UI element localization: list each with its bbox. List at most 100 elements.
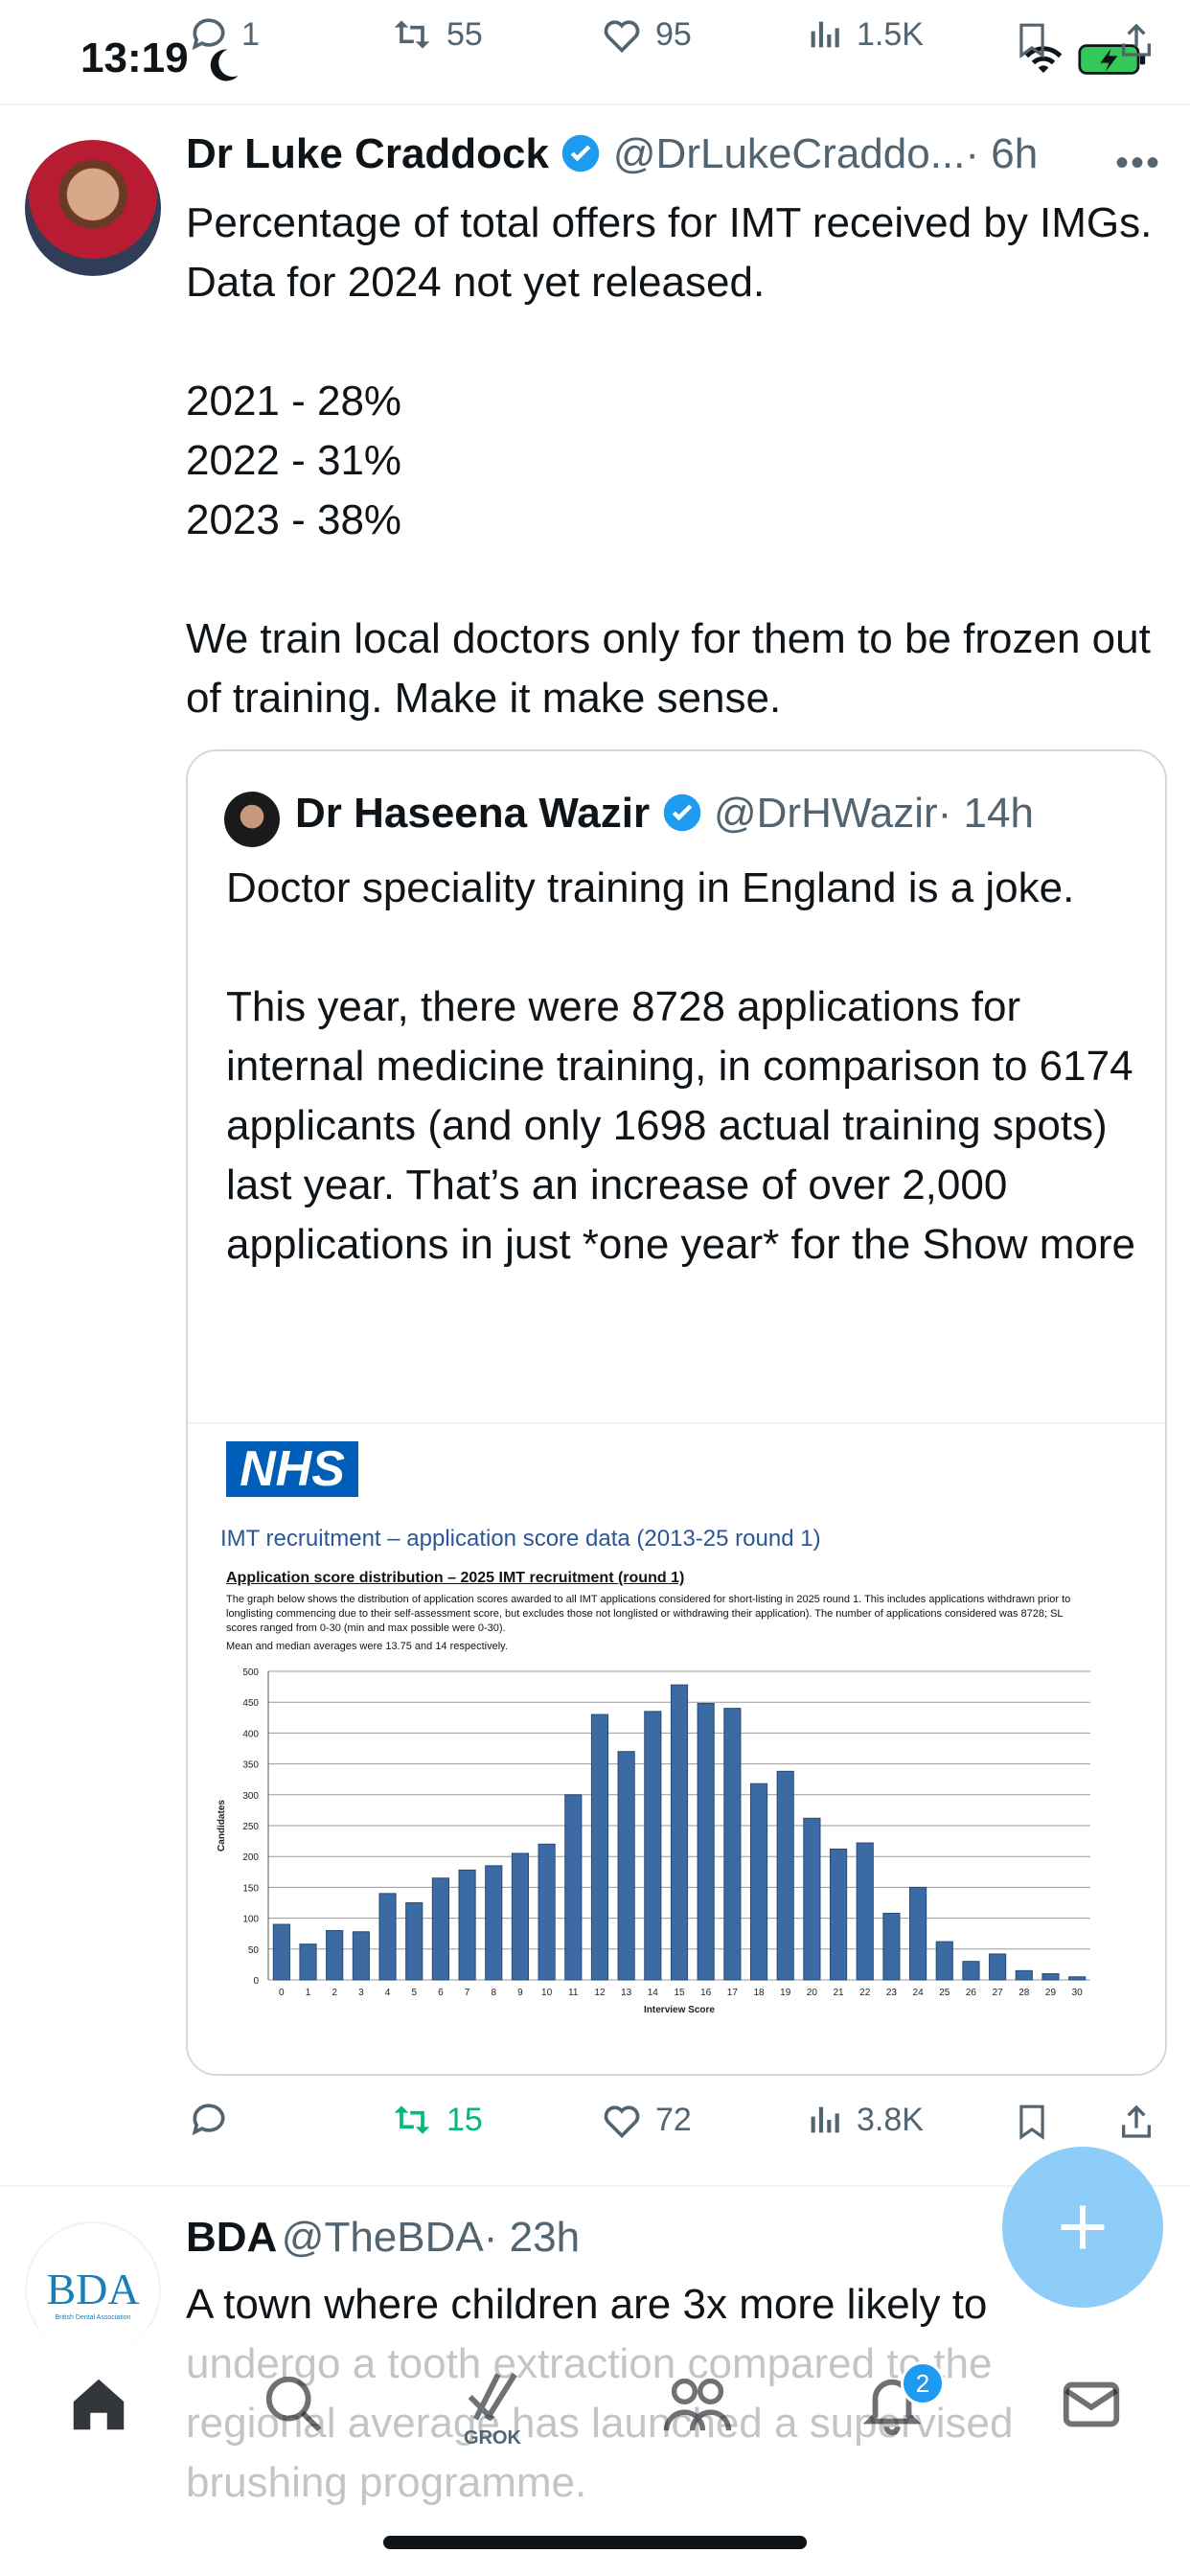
quote-text-body: Doctor speciality training in England is… <box>226 864 1133 1268</box>
home-icon[interactable] <box>65 2371 132 2438</box>
share-icon[interactable] <box>1117 2101 1156 2143</box>
grok-tab[interactable]: GROK <box>454 2363 531 2450</box>
notifications-badge: 2 <box>901 2361 945 2405</box>
reply-icon <box>192 2104 225 2136</box>
x-tick-label: 30 <box>1072 1988 1084 1998</box>
nhs-logo: NHS <box>226 1441 358 1497</box>
bar-19 <box>776 1770 794 1981</box>
x-tick-label: 3 <box>358 1988 364 1998</box>
bookmark-icon[interactable] <box>1014 19 1050 61</box>
y-tick-label: 0 <box>253 1976 259 1987</box>
retweet-button[interactable]: 55 <box>389 13 483 56</box>
bda-avatar-subtext: British Dental Association <box>55 2314 131 2321</box>
retweet-count: 15 <box>446 2101 483 2138</box>
bar-20 <box>803 1817 821 1981</box>
quote-time: · 14h <box>937 790 1034 837</box>
reply-button[interactable] <box>188 2099 230 2141</box>
retweet-button[interactable]: 15 <box>389 2099 483 2141</box>
views-button[interactable]: 3.8K <box>807 2099 924 2141</box>
x-tick-label: 19 <box>780 1988 791 1998</box>
quoted-tweet[interactable]: Dr Haseena Wazir @DrHWazir· 14h Doctor s… <box>186 749 1167 2076</box>
x-tick-label: 9 <box>517 1988 523 1998</box>
x-tick-label: 23 <box>886 1988 898 1998</box>
y-tick-label: 400 <box>242 1729 259 1739</box>
x-tick-label: 6 <box>438 1988 444 1998</box>
author-avatar[interactable] <box>25 140 161 276</box>
more-options-icon[interactable]: ••• <box>1115 142 1161 185</box>
communities-icon[interactable] <box>661 2371 734 2438</box>
views-icon <box>811 21 839 48</box>
like-count: 95 <box>655 15 692 53</box>
x-tick-label: 5 <box>411 1988 417 1998</box>
bar-11 <box>564 1794 583 1981</box>
y-tick-label: 250 <box>242 1822 259 1832</box>
tweet-header: Dr Luke Craddock @DrLukeCraddo...· 6h <box>186 130 1038 178</box>
bda-avatar-text: BDA <box>46 2265 140 2313</box>
bar-1 <box>299 1944 317 1981</box>
quote-author-name: Dr Haseena Wazir <box>295 790 651 837</box>
bar-24 <box>909 1886 927 1981</box>
bar-7 <box>458 1869 476 1981</box>
like-button[interactable]: 72 <box>600 2099 692 2141</box>
x-axis-label: Interview Score <box>644 2005 715 2015</box>
notifications-tab[interactable]: 2 <box>858 2361 945 2438</box>
share-icon[interactable] <box>1117 19 1156 61</box>
x-tick-label: 1 <box>306 1988 311 1998</box>
x-tick-label: 27 <box>993 1988 1004 1998</box>
bar-27 <box>989 1953 1007 1981</box>
views-button[interactable]: 1.5K <box>807 13 924 56</box>
next-author-name[interactable]: BDA <box>186 2214 277 2261</box>
bar-12 <box>590 1714 609 1981</box>
next-author-handle[interactable]: @TheBDA <box>282 2214 484 2261</box>
bookmark-icon[interactable] <box>1014 2101 1050 2143</box>
x-tick-label: 21 <box>834 1988 845 1998</box>
bar-22 <box>856 1842 874 1981</box>
verified-badge-icon <box>562 134 600 172</box>
compose-button[interactable] <box>1002 2147 1163 2308</box>
quote-author-avatar <box>224 792 280 847</box>
score-distribution-chart: 0501001502002503003504004505000 1 2 3 4 5 6 7 8 9… <box>217 1668 1090 2015</box>
messages-icon[interactable] <box>1058 2371 1125 2438</box>
bar-6 <box>431 1877 449 1981</box>
bar-4 <box>378 1893 397 1981</box>
y-axis-label: Candidates <box>217 1800 227 1852</box>
author-handle[interactable]: @DrLukeCraddo... <box>613 130 966 177</box>
quote-media-image[interactable]: NHS IMT recruitment – application score … <box>188 1422 1165 2074</box>
bar-18 <box>749 1782 768 1981</box>
x-tick-label: 22 <box>859 1988 871 1998</box>
like-count: 72 <box>655 2101 692 2138</box>
x-tick-label: 29 <box>1045 1988 1057 1998</box>
plus-icon <box>1061 2205 1105 2249</box>
author-name[interactable]: Dr Luke Craddock <box>186 130 549 177</box>
like-button[interactable]: 95 <box>600 13 692 56</box>
views-count: 1.5K <box>857 15 924 53</box>
previous-tweet-actions: 1 55 95 1.5K <box>0 13 1190 80</box>
x-tick-label: 8 <box>491 1988 496 1998</box>
bar-14 <box>644 1711 662 1981</box>
bar-26 <box>962 1961 980 1981</box>
quote-text: Doctor speciality training in England is… <box>226 859 1136 1275</box>
y-tick-label: 200 <box>242 1852 259 1863</box>
reply-count: 1 <box>241 15 260 53</box>
next-tweet-header: BDA @TheBDA· 23h <box>186 2214 580 2262</box>
bar-2 <box>326 1929 344 1981</box>
x-tick-label: 10 <box>541 1988 553 1998</box>
reply-button[interactable]: 1 <box>188 13 260 56</box>
bar-15 <box>670 1684 689 1981</box>
bar-3 <box>352 1931 370 1981</box>
bar-0 <box>272 1923 290 1981</box>
tweet-time: · 6h <box>965 130 1039 177</box>
y-tick-label: 50 <box>248 1945 260 1956</box>
next-tweet-time: · 23h <box>483 2214 581 2261</box>
y-tick-label: 350 <box>242 1760 259 1771</box>
x-tick-label: 15 <box>674 1988 685 1998</box>
search-icon[interactable] <box>261 2371 328 2438</box>
show-more-link[interactable]: Show more <box>922 1221 1135 1268</box>
grok-icon <box>468 2373 517 2422</box>
grok-label: GROK <box>464 2427 521 2449</box>
x-tick-label: 11 <box>568 1988 579 1998</box>
x-tick-label: 24 <box>913 1988 925 1998</box>
bar-16 <box>697 1702 715 1981</box>
bar-9 <box>511 1852 530 1981</box>
x-tick-label: 26 <box>966 1988 977 1998</box>
